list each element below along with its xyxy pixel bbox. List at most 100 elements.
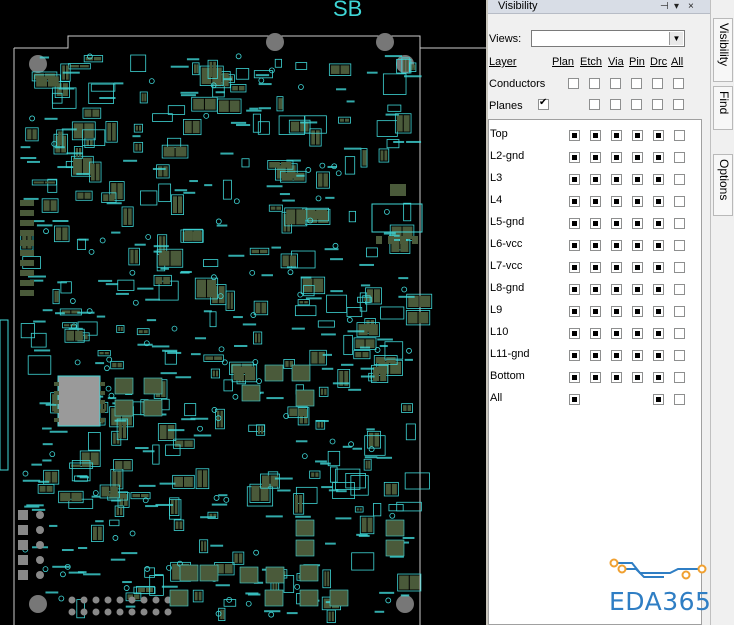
- layer-checkbox[interactable]: [632, 196, 643, 207]
- layer-checkbox[interactable]: [632, 174, 643, 185]
- layer-checkbox[interactable]: [653, 284, 664, 295]
- layer-checkbox[interactable]: [569, 262, 580, 273]
- header-pin[interactable]: Pin: [629, 56, 645, 68]
- tab-visibility[interactable]: Visibility: [713, 18, 733, 82]
- conductors-checkbox-2[interactable]: [610, 78, 621, 89]
- header-plan[interactable]: Plan: [552, 56, 574, 68]
- layer-checkbox[interactable]: [653, 174, 664, 185]
- layer-checkbox[interactable]: [590, 130, 601, 141]
- conductors-checkbox-5[interactable]: [673, 78, 684, 89]
- layer-checkbox[interactable]: [653, 196, 664, 207]
- layer-checkbox[interactable]: [590, 372, 601, 383]
- layer-checkbox[interactable]: [653, 130, 664, 141]
- layer-checkbox[interactable]: [611, 240, 622, 251]
- layer-checkbox[interactable]: [590, 284, 601, 295]
- layer-checkbox[interactable]: [590, 262, 601, 273]
- layer-checkbox[interactable]: [653, 306, 664, 317]
- layer-checkbox[interactable]: [653, 350, 664, 361]
- layer-checkbox[interactable]: [569, 372, 580, 383]
- layer-checkbox[interactable]: [569, 394, 580, 405]
- layer-checkbox[interactable]: [653, 262, 664, 273]
- layer-checkbox[interactable]: [632, 350, 643, 361]
- dropdown-icon[interactable]: ▾: [674, 0, 679, 13]
- layer-checkbox[interactable]: [569, 174, 580, 185]
- conductors-checkbox-1[interactable]: [589, 78, 600, 89]
- planes-checkbox-1[interactable]: [589, 99, 600, 110]
- planes-checkbox-2[interactable]: [610, 99, 621, 110]
- layer-checkbox[interactable]: [674, 196, 685, 207]
- pcb-drawing[interactable]: SB: [0, 0, 486, 625]
- layer-checkbox[interactable]: [674, 328, 685, 339]
- layer-checkbox[interactable]: [569, 284, 580, 295]
- header-all[interactable]: All: [671, 56, 683, 68]
- layer-checkbox[interactable]: [674, 262, 685, 273]
- layer-checkbox[interactable]: [569, 240, 580, 251]
- layer-checkbox[interactable]: [590, 174, 601, 185]
- tab-find[interactable]: Find: [713, 86, 733, 130]
- layer-checkbox[interactable]: [632, 218, 643, 229]
- layer-checkbox[interactable]: [611, 130, 622, 141]
- layer-checkbox[interactable]: [632, 240, 643, 251]
- pcb-canvas[interactable]: SB: [0, 0, 486, 625]
- layer-checkbox[interactable]: [653, 240, 664, 251]
- layer-checkbox[interactable]: [632, 284, 643, 295]
- layer-checkbox[interactable]: [569, 350, 580, 361]
- layer-checkbox[interactable]: [590, 196, 601, 207]
- layer-checkbox[interactable]: [674, 174, 685, 185]
- layer-checkbox[interactable]: [590, 328, 601, 339]
- layer-checkbox[interactable]: [611, 174, 622, 185]
- layer-checkbox[interactable]: [611, 328, 622, 339]
- layer-checkbox[interactable]: [590, 350, 601, 361]
- layer-checkbox[interactable]: [611, 372, 622, 383]
- layer-checkbox[interactable]: [569, 130, 580, 141]
- layer-checkbox[interactable]: [632, 306, 643, 317]
- conductors-checkbox-0[interactable]: [568, 78, 579, 89]
- layer-checkbox[interactable]: [674, 130, 685, 141]
- layer-checkbox[interactable]: [653, 218, 664, 229]
- close-icon[interactable]: ×: [688, 0, 694, 13]
- layer-checkbox[interactable]: [569, 196, 580, 207]
- conductors-checkbox-4[interactable]: [652, 78, 663, 89]
- layer-checkbox[interactable]: [611, 152, 622, 163]
- layer-checkbox[interactable]: [674, 350, 685, 361]
- layer-checkbox[interactable]: [674, 218, 685, 229]
- layer-checkbox[interactable]: [569, 306, 580, 317]
- layer-checkbox[interactable]: [611, 218, 622, 229]
- pin-icon[interactable]: ⊣: [660, 0, 669, 13]
- layer-checkbox[interactable]: [611, 350, 622, 361]
- planes-checkbox-4[interactable]: [652, 99, 663, 110]
- layer-checkbox[interactable]: [674, 372, 685, 383]
- layer-checkbox[interactable]: [674, 240, 685, 251]
- layer-checkbox[interactable]: [611, 284, 622, 295]
- layer-checkbox[interactable]: [632, 262, 643, 273]
- layer-checkbox[interactable]: [653, 394, 664, 405]
- header-etch[interactable]: Etch: [580, 56, 602, 68]
- layer-checkbox[interactable]: [569, 328, 580, 339]
- header-drc[interactable]: Drc: [650, 56, 667, 68]
- layer-checkbox[interactable]: [590, 152, 601, 163]
- chevron-down-icon[interactable]: ▼: [669, 32, 683, 45]
- layer-checkbox[interactable]: [674, 152, 685, 163]
- layer-checkbox[interactable]: [569, 218, 580, 229]
- tab-options[interactable]: Options: [713, 154, 733, 216]
- layer-checkbox[interactable]: [590, 218, 601, 229]
- layer-checkbox[interactable]: [590, 240, 601, 251]
- planes-checkbox-5[interactable]: [673, 99, 684, 110]
- layer-checkbox[interactable]: [611, 196, 622, 207]
- layer-checkbox[interactable]: [653, 328, 664, 339]
- layer-checkbox[interactable]: [674, 306, 685, 317]
- layer-checkbox[interactable]: [611, 306, 622, 317]
- layer-checkbox[interactable]: [674, 284, 685, 295]
- layer-checkbox[interactable]: [611, 262, 622, 273]
- layer-checkbox[interactable]: [674, 394, 685, 405]
- layer-checkbox[interactable]: [653, 372, 664, 383]
- planes-checkbox-3[interactable]: [631, 99, 642, 110]
- views-select[interactable]: ▼: [531, 30, 685, 47]
- layer-checkbox[interactable]: [632, 130, 643, 141]
- layer-checkbox[interactable]: [569, 152, 580, 163]
- layer-checkbox[interactable]: [632, 152, 643, 163]
- planes-checkbox[interactable]: [538, 97, 549, 110]
- conductors-checkbox-3[interactable]: [631, 78, 642, 89]
- header-via[interactable]: Via: [608, 56, 624, 68]
- layer-checkbox[interactable]: [653, 152, 664, 163]
